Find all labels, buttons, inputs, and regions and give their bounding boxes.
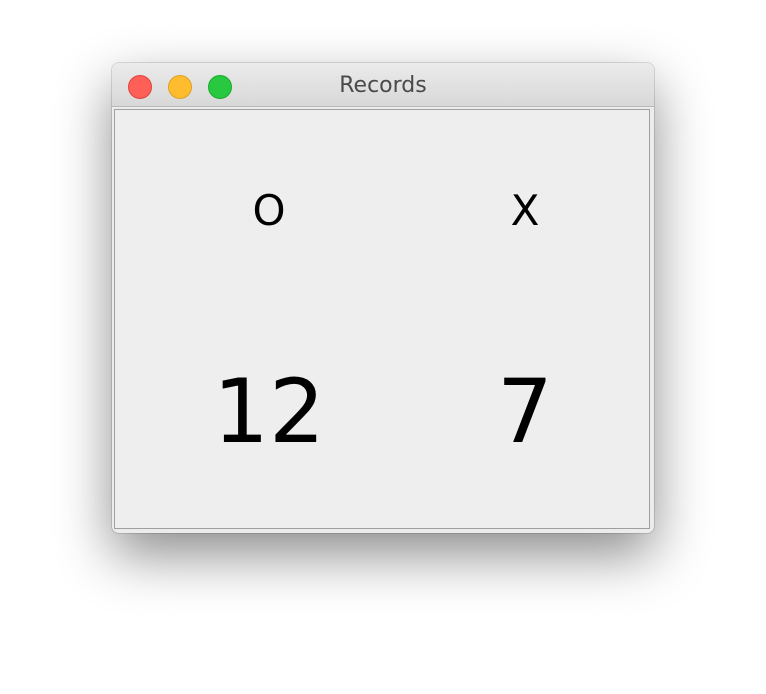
window-title: Records [339, 73, 427, 98]
window-titlebar[interactable]: Records [112, 63, 654, 107]
player-x-label: X [510, 186, 540, 235]
player-o-label: O [252, 186, 286, 235]
records-window: Records O X 12 7 [112, 63, 654, 533]
player-o-score: 12 [213, 360, 325, 463]
player-x-score: 7 [497, 360, 553, 463]
records-content: O X 12 7 [114, 109, 650, 529]
